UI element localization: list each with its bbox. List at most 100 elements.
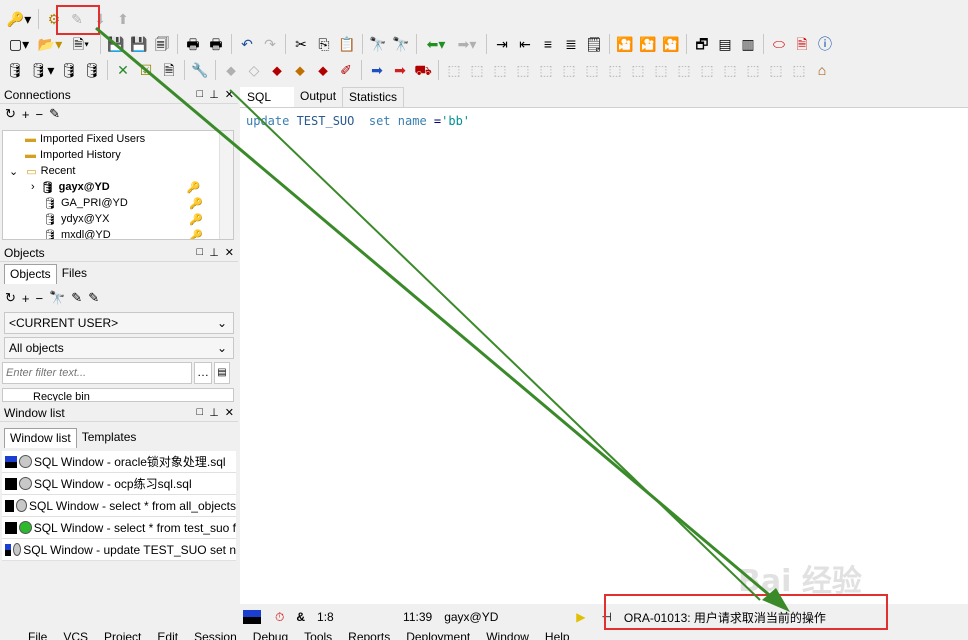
macro-10-icon[interactable]: ⬚ [650, 59, 672, 81]
copy-icon[interactable]: ⎘ [313, 33, 335, 55]
edit-icon[interactable]: ✎ [49, 106, 60, 122]
macro-4-icon[interactable]: ⬚ [512, 59, 534, 81]
menu-edit[interactable]: Edit [157, 630, 178, 640]
unindent-icon[interactable]: ⇤ [514, 33, 536, 55]
close-icon[interactable]: ✕ [225, 246, 234, 259]
tool-brush-icon[interactable]: ✐ [335, 59, 357, 81]
save-all-icon[interactable]: 🗐 [151, 33, 173, 55]
undo-icon[interactable]: ↶ [236, 33, 258, 55]
restore-icon[interactable]: □ [197, 406, 204, 419]
uppercase-icon[interactable]: ≡ [537, 33, 559, 55]
tree-item-recent[interactable]: ⌄ ▭ Recent [3, 163, 233, 179]
tab-templates[interactable]: Templates [76, 428, 142, 448]
tab-objects[interactable]: Objects [4, 264, 57, 284]
database-compare-icon[interactable]: 🛢 [81, 59, 103, 81]
close-icon[interactable]: ✕ [225, 88, 234, 101]
tool-flag-icon[interactable]: ⬥ [312, 59, 334, 81]
sql-code-line[interactable]: update TEST_SUO set name ='bb' [246, 114, 470, 128]
explain-icon[interactable]: 🎦 [614, 33, 636, 55]
forward-icon[interactable]: ➡▾ [452, 33, 482, 55]
key-icon[interactable]: 🔑▾ [4, 8, 34, 30]
tree-item[interactable]: ▬ Imported History [3, 147, 233, 163]
macro-6-icon[interactable]: ⬚ [558, 59, 580, 81]
indent-icon[interactable]: ⇥ [491, 33, 513, 55]
query-builder-icon[interactable]: 🎦 [637, 33, 659, 55]
refresh-icon[interactable]: ↻ [5, 290, 16, 306]
filter-input[interactable] [2, 362, 192, 384]
refresh-icon[interactable]: ↻ [5, 106, 16, 122]
find-icon[interactable]: 🔭 [49, 290, 65, 306]
info-icon[interactable]: ⓘ [814, 33, 836, 55]
pdf-icon[interactable]: 🗎 [791, 33, 813, 55]
close-icon[interactable]: ✕ [225, 406, 234, 419]
compare-icon[interactable]: ✕ [112, 59, 134, 81]
macro-15-icon[interactable]: ⬚ [765, 59, 787, 81]
pin-icon[interactable]: ⊥ [209, 246, 219, 259]
find-icon[interactable]: 🔭 [367, 33, 389, 55]
macro-3-icon[interactable]: ⬚ [489, 59, 511, 81]
object-tree-partial[interactable]: Recycle bin [2, 388, 234, 402]
tab-files[interactable]: Files [56, 264, 93, 284]
add-icon[interactable]: + [22, 107, 30, 122]
add-icon[interactable]: + [22, 291, 30, 306]
remove-icon[interactable]: − [36, 107, 44, 122]
run-blue-icon[interactable]: ➡ [366, 59, 388, 81]
new-icon[interactable]: ▢▾ [4, 33, 34, 55]
tool-red-icon[interactable]: ⬥ [266, 59, 288, 81]
remove-icon[interactable]: − [36, 291, 44, 306]
oracle-icon[interactable]: ⬭ [768, 33, 790, 55]
window-list-item[interactable]: SQL Window - select * from all_objects [2, 495, 236, 517]
macro-8-icon[interactable]: ⬚ [604, 59, 626, 81]
tree-item-connection[interactable]: 🛢 mxdl@YD 🔑 [3, 227, 233, 239]
redo-icon[interactable]: ↷ [259, 33, 281, 55]
window-list-item[interactable]: SQL Window - ocp练习sql.sql [2, 473, 236, 495]
object-type-select[interactable]: All objects ⌄ [4, 337, 234, 359]
eraser-icon[interactable]: ◇ [243, 59, 265, 81]
window-list-item[interactable]: SQL Window - update TEST_SUO set n [2, 539, 236, 561]
macro-5-icon[interactable]: ⬚ [535, 59, 557, 81]
cascade-icon[interactable]: ▥ [737, 33, 759, 55]
plugin-icon[interactable]: ⬥ [220, 59, 242, 81]
print-setup-icon[interactable]: 🖶 [205, 33, 227, 55]
menu-vcs[interactable]: VCS [63, 630, 88, 640]
menu-help[interactable]: Help [545, 630, 570, 640]
menu-reports[interactable]: Reports [348, 630, 390, 640]
chevron-right-icon[interactable]: › [31, 181, 35, 193]
macro-9-icon[interactable]: ⬚ [627, 59, 649, 81]
tab-output[interactable]: Output [294, 87, 343, 107]
tree-item-connection[interactable]: › 🛢 gayx@YD 🔑 [3, 179, 233, 195]
user-select[interactable]: <CURRENT USER> ⌄ [4, 312, 234, 334]
tree-scrollbar[interactable] [219, 131, 233, 239]
macro-16-icon[interactable]: ⬚ [788, 59, 810, 81]
menu-debug[interactable]: Debug [253, 630, 288, 640]
tab-sql[interactable]: SQL [240, 87, 295, 107]
database-tool-icon[interactable]: 🛢 [58, 59, 80, 81]
checklist-icon[interactable]: ☑ [135, 59, 157, 81]
filter-icon[interactable]: ✎ [71, 290, 82, 306]
tree-item-connection[interactable]: 🛢 ydyx@YX 🔑 [3, 211, 233, 227]
macro-1-icon[interactable]: ⬚ [443, 59, 465, 81]
tree-item-connection[interactable]: 🛢 GA_PRI@YD 🔑 [3, 195, 233, 211]
sql-database-icon[interactable]: 🛢▾ [27, 59, 57, 81]
filter-options-icon[interactable]: ▤ [214, 362, 230, 384]
window-list-item[interactable]: SQL Window - select * from test_suo f [2, 517, 236, 539]
tile-icon[interactable]: ▤ [714, 33, 736, 55]
macro-7-icon[interactable]: ⬚ [581, 59, 603, 81]
tab-statistics[interactable]: Statistics [342, 87, 405, 107]
beautifier-icon[interactable]: 🎦 [660, 33, 682, 55]
open-file-icon[interactable]: 🗎▾ [66, 33, 96, 55]
home-icon[interactable]: ⌂ [811, 59, 833, 81]
print-icon[interactable]: 🖶 [182, 33, 204, 55]
save-icon[interactable]: 💾 [105, 33, 127, 55]
cut-icon[interactable]: ✂ [290, 33, 312, 55]
menu-file[interactable]: File [10, 630, 47, 640]
macro-13-icon[interactable]: ⬚ [719, 59, 741, 81]
macro-14-icon[interactable]: ⬚ [742, 59, 764, 81]
tree-item[interactable]: ▬ Imported Fixed Users [3, 131, 233, 147]
macro-2-icon[interactable]: ⬚ [466, 59, 488, 81]
chevron-down-icon[interactable]: ⌄ [9, 165, 18, 178]
menu-session[interactable]: Session [194, 630, 237, 640]
menu-window[interactable]: Window [486, 630, 529, 640]
tab-window-list[interactable]: Window list [4, 428, 77, 448]
window-list-item[interactable]: SQL Window - oracle锁对象处理.sql [2, 451, 236, 473]
